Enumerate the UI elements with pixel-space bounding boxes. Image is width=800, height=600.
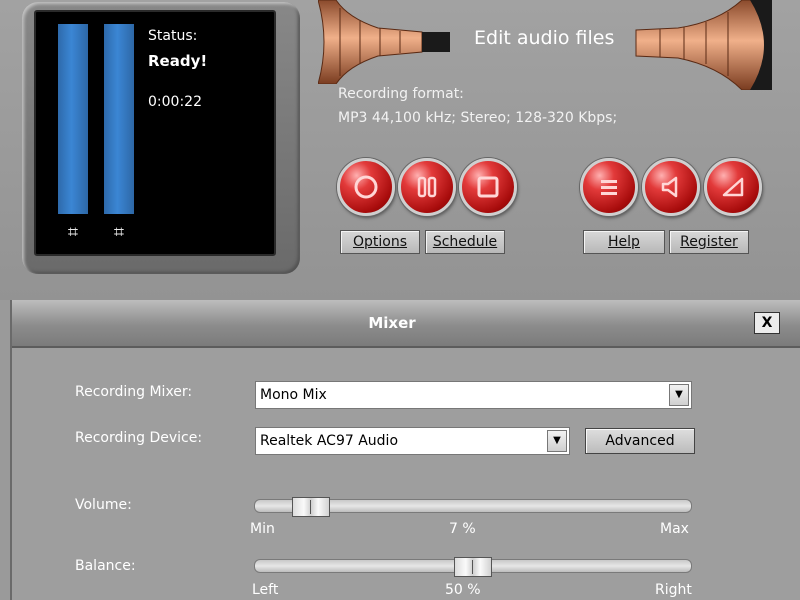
volume-slider[interactable]	[254, 497, 692, 517]
recording-device-label: Recording Device:	[75, 430, 203, 446]
schedule-button[interactable]: Schedule	[425, 230, 505, 254]
speaker-icon	[661, 176, 678, 198]
mixer-dialog: Mixer X Recording Mixer: Mono Mix ▼ Reco…	[10, 300, 800, 600]
right-horn-icon	[635, 0, 772, 90]
recording-device-value: Realtek AC97 Audio	[260, 433, 399, 449]
recorder-panel: ⌗ ⌗ Status: Ready! 0:00:22 Edit audio fi…	[0, 0, 800, 300]
balance-right-label: Right	[655, 582, 692, 598]
recording-format-label: Recording format:	[338, 86, 464, 102]
menu-button[interactable]	[580, 158, 638, 216]
volume-slider-thumb[interactable]	[292, 497, 331, 517]
options-button[interactable]: Options	[340, 230, 420, 254]
advanced-button[interactable]: Advanced	[585, 428, 695, 454]
right-level-meter	[104, 24, 134, 214]
mixer-title: Mixer	[368, 314, 416, 332]
chevron-down-icon[interactable]: ▼	[547, 430, 567, 452]
edit-audio-files-label[interactable]: Edit audio files	[474, 27, 614, 49]
pause-icon	[417, 176, 437, 198]
balance-slider-thumb[interactable]	[454, 557, 492, 577]
volume-ramp-button[interactable]	[704, 158, 762, 216]
recording-mixer-value: Mono Mix	[260, 387, 327, 403]
record-icon	[354, 175, 378, 199]
recording-mixer-label: Recording Mixer:	[75, 384, 193, 400]
left-channel-icon: ⌗	[67, 222, 79, 243]
close-button[interactable]: X	[754, 312, 780, 334]
left-level-meter	[58, 24, 88, 214]
balance-value: 50 %	[445, 582, 481, 598]
stop-icon	[477, 176, 499, 198]
recording-format-value: MP3 44,100 kHz; Stereo; 128-320 Kbps;	[338, 110, 618, 126]
volume-min-label: Min	[250, 521, 275, 537]
menu-icon	[601, 180, 617, 195]
balance-label: Balance:	[75, 558, 136, 574]
status-label: Status:	[148, 28, 198, 44]
volume-label: Volume:	[75, 497, 132, 513]
balance-left-label: Left	[252, 582, 279, 598]
recording-mixer-dropdown[interactable]: Mono Mix ▼	[255, 381, 692, 409]
record-button[interactable]	[337, 158, 395, 216]
pause-button[interactable]	[398, 158, 456, 216]
recording-device-dropdown[interactable]: Realtek AC97 Audio ▼	[255, 427, 570, 455]
balance-slider[interactable]	[254, 557, 692, 577]
speaker-button[interactable]	[642, 158, 700, 216]
chevron-down-icon[interactable]: ▼	[669, 384, 689, 406]
register-button[interactable]: Register	[669, 230, 749, 254]
stop-button[interactable]	[459, 158, 517, 216]
help-button[interactable]: Help	[583, 230, 665, 254]
left-horn-icon	[318, 0, 450, 84]
elapsed-time: 0:00:22	[148, 94, 202, 110]
volume-value: 7 %	[449, 521, 476, 537]
volume-max-label: Max	[660, 521, 689, 537]
status-display: ⌗ ⌗ Status: Ready! 0:00:22	[34, 10, 276, 256]
right-channel-icon: ⌗	[113, 222, 125, 243]
volume-ramp-icon	[722, 177, 744, 197]
mixer-title-bar[interactable]: Mixer X	[12, 300, 800, 348]
status-value: Ready!	[148, 52, 208, 70]
